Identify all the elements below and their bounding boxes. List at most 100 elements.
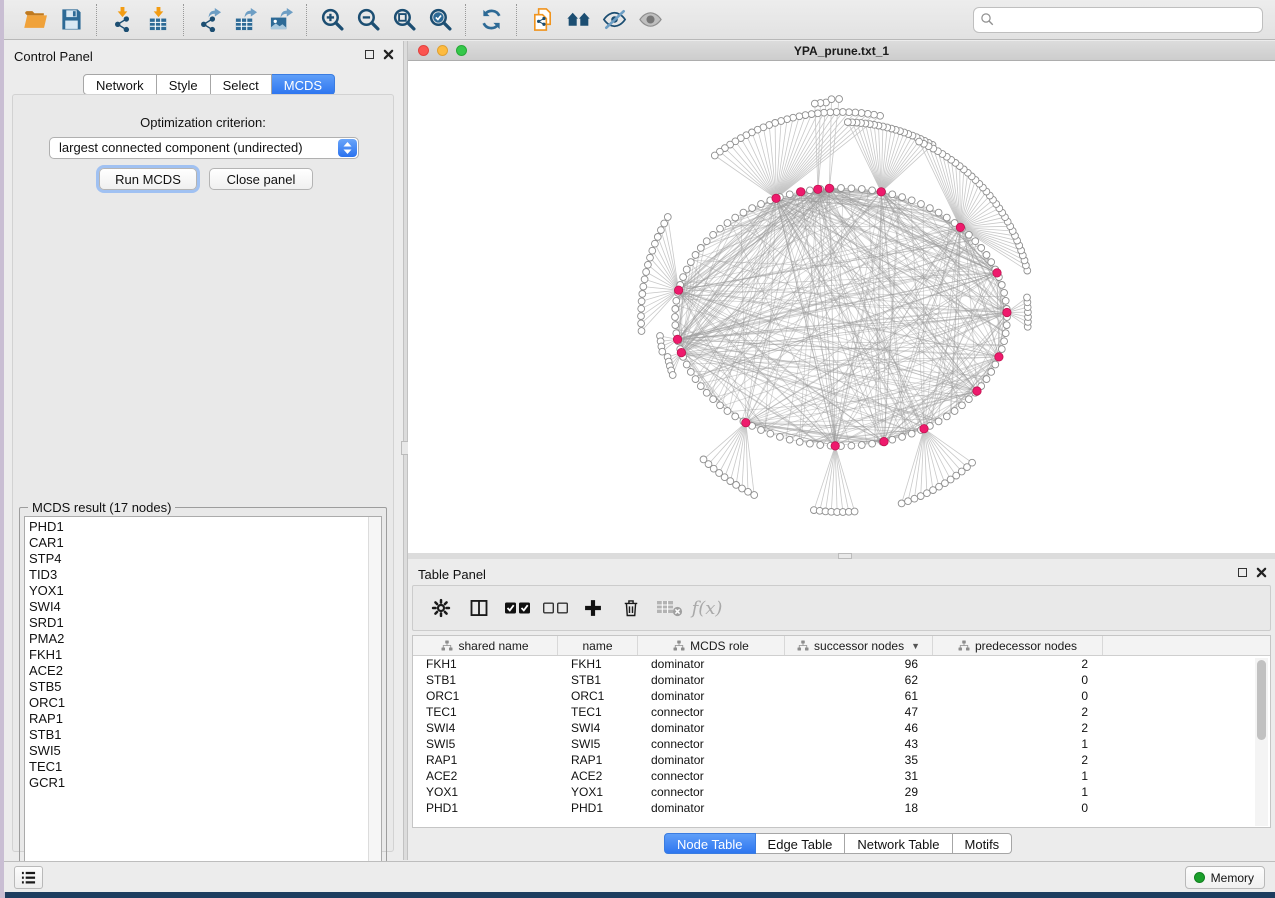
table-cell[interactable]: 1 xyxy=(933,784,1103,800)
first-neighbors-button[interactable] xyxy=(560,4,596,36)
network-window-titlebar[interactable]: YPA_prune.txt_1 xyxy=(408,41,1275,61)
table-scrollbar-thumb[interactable] xyxy=(1257,660,1266,740)
table-cell[interactable]: 0 xyxy=(933,672,1103,688)
table-cell[interactable]: 0 xyxy=(933,800,1103,816)
open-button[interactable] xyxy=(17,4,53,36)
tab-mcds[interactable]: MCDS xyxy=(272,74,335,95)
table-cell[interactable]: TEC1 xyxy=(558,704,638,720)
table-cell[interactable]: YOX1 xyxy=(413,784,558,800)
table-row[interactable]: FKH1FKH1dominator962 xyxy=(413,656,1270,672)
table-cell[interactable]: 1 xyxy=(933,736,1103,752)
table-cell[interactable]: 35 xyxy=(785,752,933,768)
table-cell[interactable]: STB1 xyxy=(558,672,638,688)
mcds-result-item[interactable]: SWI5 xyxy=(29,743,381,759)
show-hidden-button[interactable] xyxy=(632,4,668,36)
memory-button[interactable]: Memory xyxy=(1185,866,1265,889)
tab-motifs[interactable]: Motifs xyxy=(953,833,1013,854)
import-table-button[interactable] xyxy=(140,4,176,36)
mcds-result-scrollbar[interactable] xyxy=(368,517,381,867)
mcds-result-item[interactable]: STB5 xyxy=(29,679,381,695)
table-row[interactable]: PHD1PHD1dominator180 xyxy=(413,800,1270,816)
close-table-panel-icon[interactable] xyxy=(1256,567,1267,578)
column-header-successor-nodes[interactable]: successor nodes▼ xyxy=(785,636,933,655)
table-row[interactable]: RAP1RAP1dominator352 xyxy=(413,752,1270,768)
table-row[interactable]: SWI4SWI4dominator462 xyxy=(413,720,1270,736)
table-cell[interactable]: 47 xyxy=(785,704,933,720)
mcds-result-item[interactable]: STP4 xyxy=(29,551,381,567)
zoom-fit-button[interactable] xyxy=(386,4,422,36)
table-row[interactable]: SWI5SWI5connector431 xyxy=(413,736,1270,752)
table-cell[interactable]: 2 xyxy=(933,752,1103,768)
table-cell[interactable]: dominator xyxy=(638,720,785,736)
table-cell[interactable]: 1 xyxy=(933,768,1103,784)
table-row[interactable]: YOX1YOX1connector291 xyxy=(413,784,1270,800)
toggle-panel-layout-button[interactable] xyxy=(463,592,495,624)
search-input[interactable] xyxy=(973,7,1263,33)
table-cell[interactable]: 2 xyxy=(933,704,1103,720)
table-cell[interactable]: connector xyxy=(638,768,785,784)
table-cell[interactable]: TEC1 xyxy=(413,704,558,720)
export-image-button[interactable] xyxy=(263,4,299,36)
export-table-button[interactable] xyxy=(227,4,263,36)
tab-network-table[interactable]: Network Table xyxy=(845,833,952,854)
mcds-result-item[interactable]: ORC1 xyxy=(29,695,381,711)
task-history-button[interactable] xyxy=(14,866,43,889)
table-cell[interactable]: dominator xyxy=(638,752,785,768)
mcds-result-item[interactable]: PHD1 xyxy=(29,519,381,535)
column-header-shared-name[interactable]: shared name xyxy=(413,636,558,655)
mcds-result-item[interactable]: PMA2 xyxy=(29,631,381,647)
tab-select[interactable]: Select xyxy=(211,74,272,95)
mcds-result-item[interactable]: TEC1 xyxy=(29,759,381,775)
run-mcds-button[interactable]: Run MCDS xyxy=(99,168,197,190)
mcds-result-item[interactable]: GCR1 xyxy=(29,775,381,791)
float-panel-icon[interactable] xyxy=(365,50,374,59)
table-row[interactable]: STB1STB1dominator620 xyxy=(413,672,1270,688)
table-cell[interactable]: ACE2 xyxy=(558,768,638,784)
delete-column-button[interactable] xyxy=(615,592,647,624)
table-cell[interactable]: connector xyxy=(638,704,785,720)
tab-style[interactable]: Style xyxy=(157,74,211,95)
table-cell[interactable]: ORC1 xyxy=(558,688,638,704)
column-header-name[interactable]: name xyxy=(558,636,638,655)
hide-selected-button[interactable] xyxy=(596,4,632,36)
add-column-button[interactable] xyxy=(577,592,609,624)
mcds-result-item[interactable]: TID3 xyxy=(29,567,381,583)
table-cell[interactable]: SWI5 xyxy=(558,736,638,752)
table-cell[interactable]: STB1 xyxy=(413,672,558,688)
table-cell[interactable]: dominator xyxy=(638,656,785,672)
table-cell[interactable]: 29 xyxy=(785,784,933,800)
mcds-result-item[interactable]: ACE2 xyxy=(29,663,381,679)
mcds-result-item[interactable]: SWI4 xyxy=(29,599,381,615)
tab-edge-table[interactable]: Edge Table xyxy=(756,833,846,854)
column-header-MCDS-role[interactable]: MCDS role xyxy=(638,636,785,655)
table-cell[interactable]: connector xyxy=(638,736,785,752)
column-header-predecessor-nodes[interactable]: predecessor nodes xyxy=(933,636,1103,655)
mcds-result-item[interactable]: YOX1 xyxy=(29,583,381,599)
table-cell[interactable]: SWI4 xyxy=(413,720,558,736)
table-cell[interactable]: 96 xyxy=(785,656,933,672)
table-cell[interactable]: YOX1 xyxy=(558,784,638,800)
zoom-selected-button[interactable] xyxy=(422,4,458,36)
table-cell[interactable]: FKH1 xyxy=(558,656,638,672)
table-cell[interactable]: dominator xyxy=(638,800,785,816)
zoom-out-button[interactable] xyxy=(350,4,386,36)
table-cell[interactable]: dominator xyxy=(638,688,785,704)
table-cell[interactable]: RAP1 xyxy=(413,752,558,768)
save-button[interactable] xyxy=(53,4,89,36)
float-table-panel-icon[interactable] xyxy=(1238,568,1247,577)
table-cell[interactable]: SWI5 xyxy=(413,736,558,752)
table-cell[interactable]: 2 xyxy=(933,656,1103,672)
mcds-result-item[interactable]: STB1 xyxy=(29,727,381,743)
table-cell[interactable]: FKH1 xyxy=(413,656,558,672)
optimization-criterion-select[interactable]: largest connected component (undirected) xyxy=(49,137,359,159)
close-panel-icon[interactable] xyxy=(383,49,394,60)
tab-network[interactable]: Network xyxy=(83,74,157,95)
table-cell[interactable]: dominator xyxy=(638,672,785,688)
clear-all-checks-button[interactable] xyxy=(539,592,571,624)
table-row[interactable]: TEC1TEC1connector472 xyxy=(413,704,1270,720)
table-cell[interactable]: 31 xyxy=(785,768,933,784)
tab-node-table[interactable]: Node Table xyxy=(664,833,756,854)
table-cell[interactable]: ACE2 xyxy=(413,768,558,784)
mcds-result-item[interactable]: RAP1 xyxy=(29,711,381,727)
refresh-button[interactable] xyxy=(473,4,509,36)
